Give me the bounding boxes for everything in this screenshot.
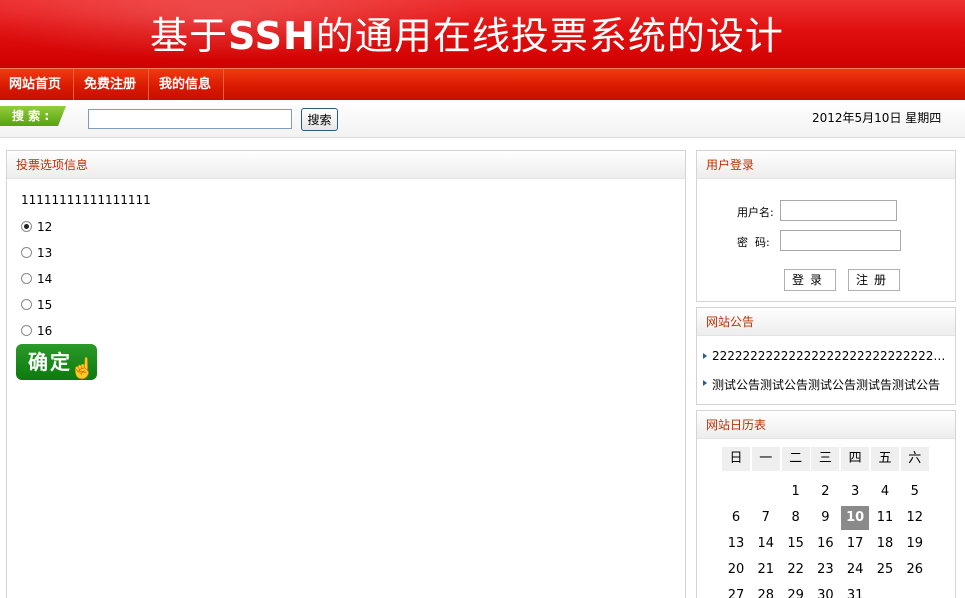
search-input[interactable] <box>88 109 292 129</box>
username-label: 用户名: <box>737 206 774 219</box>
calendar-day[interactable]: 24 <box>841 558 869 582</box>
calendar-weekday: 五 <box>871 447 899 471</box>
radio-button[interactable] <box>21 299 32 310</box>
vote-option-label: 14 <box>37 272 53 286</box>
notice-panel: 网站公告 222222222222222222222222222222222 测… <box>696 307 956 405</box>
login-panel-title: 用户登录 <box>697 151 955 179</box>
vote-panel-title: 投票选项信息 <box>7 151 685 179</box>
calendar-weekday: 四 <box>841 447 870 471</box>
vote-question: 11111111111111111 <box>21 193 151 207</box>
calendar-day[interactable]: 16 <box>811 532 839 556</box>
register-button[interactable]: 注册 <box>848 269 900 291</box>
site-banner: 基于SSH的通用在线投票系统的设计 <box>0 0 965 68</box>
calendar-weekday: 二 <box>781 447 810 471</box>
calendar-day[interactable]: 23 <box>811 558 839 582</box>
calendar-day[interactable]: 7 <box>752 506 780 530</box>
vote-option-12[interactable]: 12 <box>21 218 52 236</box>
radio-button[interactable] <box>21 221 32 232</box>
calendar-weekday: 六 <box>900 447 929 471</box>
calendar-day[interactable]: 18 <box>871 532 899 556</box>
login-panel: 用户登录 用户名: 密 码: 登录 注册 <box>696 150 956 302</box>
vote-option-16[interactable]: 16 <box>21 322 52 340</box>
calendar-day[interactable]: 26 <box>901 558 929 582</box>
calendar-day[interactable]: 20 <box>722 558 750 582</box>
calendar-day[interactable]: 29 <box>782 584 810 598</box>
calendar-weekday: 日 <box>722 447 750 471</box>
radio-button[interactable] <box>21 273 32 284</box>
confirm-button-label: 确定 <box>28 350 72 374</box>
main-nav: 网站首页 免费注册 我的信息 <box>0 68 965 100</box>
calendar-day[interactable]: 30 <box>811 584 839 598</box>
vote-option-label: 16 <box>37 324 53 338</box>
search-button[interactable]: 搜索 <box>301 108 338 131</box>
site-title-prefix: 基于 <box>150 14 229 58</box>
calendar-day[interactable]: 5 <box>901 480 929 504</box>
vote-option-13[interactable]: 13 <box>21 244 52 262</box>
password-label: 密 码: <box>737 236 770 249</box>
calendar-day[interactable]: 27 <box>722 584 750 598</box>
confirm-button[interactable]: 确定 ☝ <box>16 344 97 380</box>
vote-option-15[interactable]: 15 <box>21 296 52 314</box>
calendar-day[interactable]: 9 <box>811 506 839 530</box>
login-button[interactable]: 登录 <box>784 269 836 291</box>
calendar-day[interactable]: 31 <box>841 584 869 598</box>
nav-register[interactable]: 免费注册 <box>74 69 150 100</box>
password-input[interactable] <box>780 230 901 251</box>
calendar-day[interactable]: 13 <box>722 532 750 556</box>
site-title: 基于SSH的通用在线投票系统的设计 <box>150 12 784 60</box>
calendar-day[interactable]: 1 <box>782 480 810 504</box>
site-title-suffix: 的通用在线投票系统的设计 <box>315 14 784 58</box>
calendar-day[interactable]: 17 <box>841 532 869 556</box>
notice-item[interactable]: 测试公告测试公告测试公告测试告测试公告 <box>703 376 949 393</box>
calendar-day[interactable]: 22 <box>782 558 810 582</box>
calendar-today[interactable]: 10 <box>841 506 870 530</box>
vote-option-14[interactable]: 14 <box>21 270 52 288</box>
calendar-weekday: 三 <box>811 447 840 471</box>
site-title-ssh: SSH <box>228 14 316 58</box>
hand-pointer-icon: ☝ <box>70 356 97 380</box>
calendar-day[interactable]: 21 <box>752 558 780 582</box>
notice-item[interactable]: 222222222222222222222222222222222 <box>703 349 949 363</box>
calendar-day[interactable]: 12 <box>901 506 929 530</box>
nav-my-info[interactable]: 我的信息 <box>149 69 225 100</box>
calendar-day[interactable]: 15 <box>782 532 810 556</box>
current-date: 2012年5月10日 星期四 <box>812 111 942 125</box>
nav-home[interactable]: 网站首页 <box>0 69 75 100</box>
calendar-day[interactable]: 8 <box>782 506 810 530</box>
vote-option-label: 12 <box>37 220 53 234</box>
calendar-day[interactable]: 14 <box>752 532 780 556</box>
username-input[interactable] <box>780 200 897 221</box>
calendar-day[interactable]: 2 <box>811 480 839 504</box>
radio-button[interactable] <box>21 325 32 336</box>
calendar-panel-title: 网站日历表 <box>697 411 955 439</box>
vote-option-label: 15 <box>37 298 53 312</box>
vote-option-label: 13 <box>37 246 53 260</box>
vote-panel: 投票选项信息 11111111111111111 12 13 14 15 16 确定 ☝ <box>6 150 686 598</box>
calendar-day[interactable]: 11 <box>871 506 899 530</box>
radio-button[interactable] <box>21 247 32 258</box>
calendar-day[interactable]: 25 <box>871 558 899 582</box>
notice-panel-title: 网站公告 <box>697 308 955 336</box>
calendar-day[interactable]: 4 <box>871 480 899 504</box>
calendar-day[interactable]: 6 <box>722 506 750 530</box>
calendar-day[interactable]: 3 <box>841 480 869 504</box>
calendar-panel: 网站日历表 日一二三四五六 1 2 3 4 5 6 7 8 9 10 11 12 13 14 15 16 17 18… <box>696 410 956 598</box>
search-bar: 搜 索 : 搜索 2012年5月10日 星期四 <box>0 100 965 138</box>
calendar-weekday: 一 <box>751 447 780 471</box>
calendar-day[interactable]: 28 <box>752 584 780 598</box>
calendar-day[interactable]: 19 <box>901 532 929 556</box>
search-label: 搜 索 : <box>0 106 66 126</box>
